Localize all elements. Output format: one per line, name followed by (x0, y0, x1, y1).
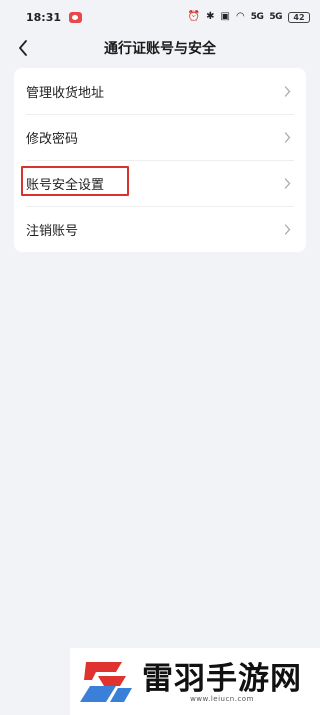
signal-icon-2: 5G (269, 12, 282, 22)
chevron-left-icon (19, 40, 27, 56)
app-notification-icon (69, 11, 83, 23)
battery-icon: 42 (288, 11, 310, 23)
site-logo-icon (80, 661, 132, 702)
menu-item-change-password[interactable]: 修改密码 (14, 114, 306, 160)
bluetooth-icon: ✱ (206, 11, 215, 22)
menu-item-label: 管理收货地址 (26, 85, 105, 101)
wifi-icon: ◠ (235, 11, 245, 22)
watermark-text: 雷羽手游网 www.leiucn.com (142, 661, 302, 703)
nfc-icon: ▣ (220, 11, 230, 22)
menu-item-account-security[interactable]: 账号安全设置 (14, 160, 306, 206)
chevron-right-icon (284, 85, 294, 97)
back-button[interactable] (14, 38, 32, 58)
signal-icon-1: 5G (250, 12, 264, 22)
menu-item-label: 注销账号 (26, 223, 79, 239)
watermark: 雷羽手游网 www.leiucn.com (70, 648, 320, 715)
menu-item-label: 账号安全设置 (26, 177, 105, 193)
status-icons: ⏰ ✱ ▣ ◠ 5G 5G 42 (187, 11, 310, 23)
menu-item-manage-address[interactable]: 管理收货地址 (14, 68, 306, 114)
menu-card: 管理收货地址 修改密码 账号安全设置 注销账号 (14, 68, 306, 252)
watermark-url: www.leiucn.com (190, 694, 254, 703)
watermark-name: 雷羽手游网 (142, 660, 302, 697)
alarm-icon: ⏰ (187, 11, 201, 22)
status-time: 18:31 (26, 10, 62, 24)
status-bar: 18:31 ⏰ ✱ ▣ ◠ 5G 5G 42 (0, 0, 320, 34)
chevron-right-icon (284, 131, 294, 143)
header: 通行证账号与安全 (0, 34, 320, 62)
menu-item-cancel-account[interactable]: 注销账号 (14, 206, 306, 252)
menu-item-label: 修改密码 (26, 131, 79, 147)
chevron-right-icon (284, 223, 294, 235)
page-title: 通行证账号与安全 (104, 41, 216, 57)
chevron-right-icon (284, 177, 294, 189)
